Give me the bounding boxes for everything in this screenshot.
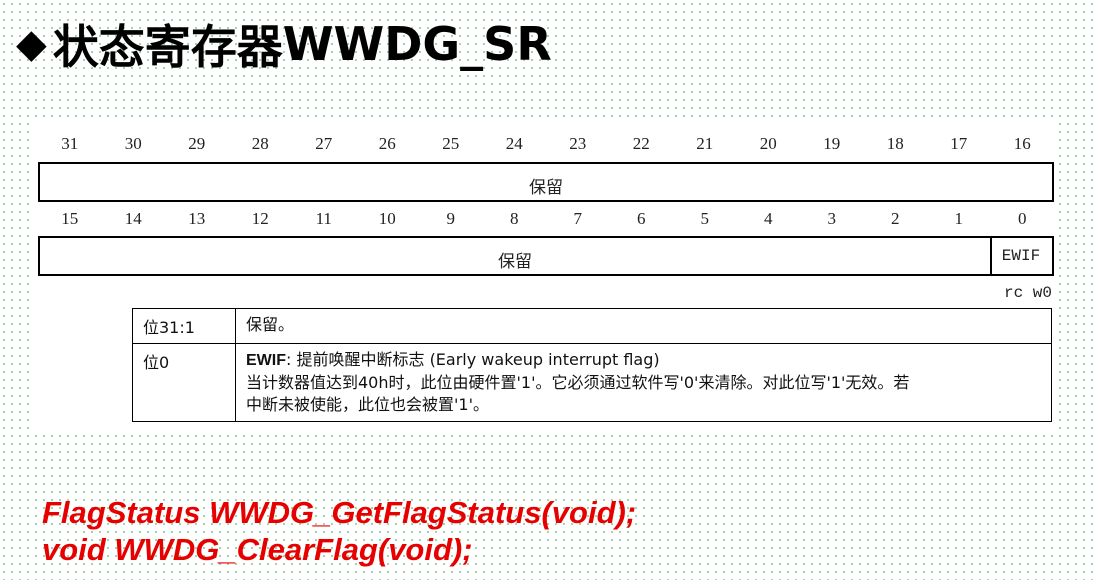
bit-number: 25 — [442, 134, 460, 153]
bit-number: 14 — [124, 209, 142, 228]
reserved-low-label: 保留 — [498, 252, 532, 272]
ewif-desc-line-1: 当计数器值达到40h时，此位由硬件置'1'。它必须通过软件写'0'来清除。对此位… — [246, 373, 910, 392]
ewif-title: : 提前唤醒中断标志 (Early wakeup interrupt flag) — [286, 350, 660, 369]
title-register-name: WWDG_SR — [282, 17, 552, 71]
ewif-heading: EWIF: 提前唤醒中断标志 (Early wakeup interrupt f… — [246, 349, 1041, 372]
code-line-get-flag-status: FlagStatus WWDG_GetFlagStatus(void); — [42, 495, 637, 530]
table-row: 位0 EWIF: 提前唤醒中断标志 (Early wakeup interrup… — [132, 343, 1052, 422]
bit-number: 10 — [378, 209, 396, 228]
ewif-bit-field: EWIF — [1001, 247, 1041, 265]
bit-number: 19 — [823, 134, 841, 153]
bit-number: 3 — [827, 209, 837, 228]
low-bit-numbers: 15 14 13 12 11 10 9 8 7 6 5 4 3 2 1 0 — [38, 209, 1054, 233]
reserved-high-label: 保留 — [529, 178, 563, 198]
bit-number: 31 — [61, 134, 79, 153]
bit-number: 6 — [637, 209, 646, 228]
ewif-name: EWIF — [246, 352, 286, 369]
code-line-clear-flag: void WWDG_ClearFlag(void); — [42, 532, 473, 567]
bit-description-cell: EWIF: 提前唤醒中断标志 (Early wakeup interrupt f… — [235, 343, 1052, 422]
bit-number: 13 — [188, 209, 206, 228]
bit-number: 26 — [378, 134, 396, 153]
bit-number: 1 — [954, 209, 964, 228]
ewif-access-type: rc w0 — [1003, 284, 1052, 302]
bit-number: 24 — [505, 134, 523, 153]
ewif-desc-line-2: 中断未被使能，此位也会被置'1'。 — [246, 395, 489, 414]
bit-number: 8 — [510, 209, 519, 228]
bit-number: 22 — [632, 134, 650, 153]
bit-position-cell: 位31:1 — [132, 308, 236, 344]
slide-title: ◆ 状态寄存器 WWDG_SR — [16, 14, 552, 74]
bit-number: 2 — [891, 209, 900, 228]
bit-position-cell: 位0 — [132, 343, 236, 422]
bit-number: 7 — [573, 209, 583, 228]
bit-description-table: 位31:1 保留。 位0 EWIF: 提前唤醒中断标志 (Early wakeu… — [132, 308, 1052, 422]
high-bit-numbers: 31 30 29 28 27 26 25 24 23 22 21 20 19 18 17 16 — [38, 134, 1054, 158]
bit-description-cell: 保留。 — [235, 308, 1052, 344]
diamond-bullet-icon: ◆ — [16, 21, 47, 67]
bit-number: 15 — [61, 209, 79, 228]
bit-number: 23 — [569, 134, 587, 153]
bit-number: 21 — [696, 134, 714, 153]
table-row: 位31:1 保留。 — [132, 308, 1052, 344]
bit-number: 17 — [950, 134, 968, 153]
function-prototypes: FlagStatus WWDG_GetFlagStatus(void); voi… — [42, 494, 636, 568]
bit-number: 4 — [764, 209, 773, 228]
register-low-halfword: 保留 EWIF — [38, 236, 1054, 276]
bit-number: 11 — [315, 209, 332, 228]
register-high-halfword: 保留 — [38, 162, 1054, 202]
bit-number: 20 — [759, 134, 777, 153]
reserved-low-field: 保留 — [40, 238, 992, 274]
register-figure: 31 30 29 28 27 26 25 24 23 22 21 20 19 18 17 16 保留 15 14… — [30, 120, 1058, 435]
bit-number: 30 — [124, 134, 142, 153]
bit-number: 16 — [1013, 134, 1031, 153]
bit-number: 5 — [700, 209, 710, 228]
bit-number: 28 — [251, 134, 269, 153]
title-chinese: 状态寄存器 — [52, 20, 283, 74]
bit-number: 18 — [886, 134, 904, 153]
bit-number: 12 — [251, 209, 269, 228]
bit-number: 29 — [188, 134, 206, 153]
bit-number: 9 — [446, 209, 456, 228]
bit-number: 27 — [315, 134, 333, 153]
bit-number: 0 — [1018, 209, 1027, 228]
